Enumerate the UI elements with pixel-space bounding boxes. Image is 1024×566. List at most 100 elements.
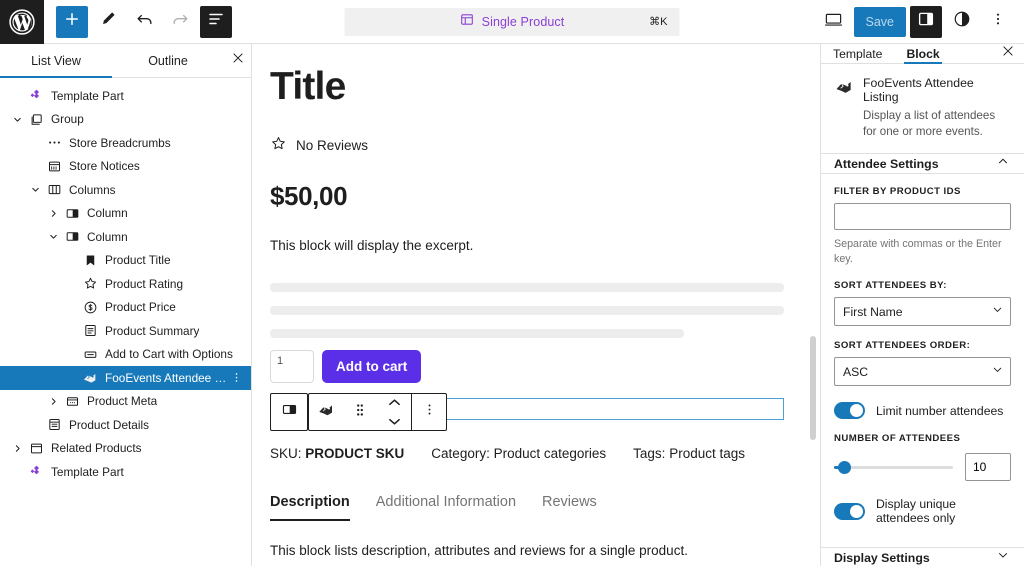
product-title-icon xyxy=(80,253,100,268)
undo-button[interactable] xyxy=(128,6,160,38)
attendee-settings-title: Attendee Settings xyxy=(834,156,939,171)
drag-handle[interactable] xyxy=(343,394,377,430)
attendee-settings-panel-header[interactable]: Attendee Settings xyxy=(821,154,1024,175)
expand-toggle-icon[interactable] xyxy=(8,114,26,125)
unique-attendees-toggle[interactable] xyxy=(834,502,865,520)
inspector-close-button[interactable] xyxy=(991,44,1024,63)
more-vertical-icon xyxy=(422,402,437,422)
view-device-button[interactable] xyxy=(818,6,850,38)
list-view-row[interactable]: Add to Cart with Options xyxy=(0,343,251,367)
list-view-row[interactable]: Store Notices xyxy=(0,155,251,179)
product-excerpt: This block will display the excerpt. xyxy=(270,237,474,253)
display-settings-section[interactable]: Display Settings xyxy=(821,548,1024,566)
unique-attendees-toggle-row[interactable]: Display unique attendees only xyxy=(834,497,1011,525)
list-view-row[interactable]: Product Rating xyxy=(0,272,251,296)
block-type-button[interactable] xyxy=(309,394,343,430)
tab-list-view[interactable]: List View xyxy=(0,44,112,78)
list-view-row-label: Product Rating xyxy=(105,276,184,291)
close-icon xyxy=(1001,44,1015,63)
undo-arrow-icon xyxy=(135,10,154,34)
product-meta-tags: Tags: Product tags xyxy=(633,446,745,461)
limit-attendees-toggle-row[interactable]: Limit number attendees xyxy=(834,402,1011,420)
add-to-cart-row: 1 Add to cart xyxy=(270,349,784,383)
add-block-button[interactable] xyxy=(56,5,88,38)
block-card-title: FooEvents Attendee Listing xyxy=(863,76,974,104)
sort-attendees-order-select[interactable]: ASC xyxy=(834,357,1011,387)
canvas-scrollbar[interactable] xyxy=(810,336,816,440)
filter-product-ids-input[interactable] xyxy=(834,203,1011,231)
sort-attendees-by-select[interactable]: First Name xyxy=(834,297,1011,327)
list-view-row-label: Product Title xyxy=(105,253,171,268)
editor-options-button[interactable] xyxy=(982,6,1014,38)
tab-template[interactable]: Template xyxy=(821,44,894,63)
expand-toggle-icon[interactable] xyxy=(26,184,44,195)
tab-additional-information[interactable]: Additional Information xyxy=(376,494,516,521)
tab-description[interactable]: Description xyxy=(270,494,350,521)
save-button[interactable]: Save xyxy=(853,6,906,37)
settings-sidebar: Template Block FooEvents Attendee Listin… xyxy=(820,44,1024,566)
list-view-row[interactable]: Product Summary xyxy=(0,319,251,343)
unique-attendees-label: Display unique attendees only xyxy=(876,497,956,526)
list-view-row-label: Product Details xyxy=(69,417,149,432)
list-view-button[interactable] xyxy=(200,5,232,38)
tab-outline[interactable]: Outline xyxy=(112,44,224,77)
slider-thumb[interactable] xyxy=(838,460,852,474)
edit-tool-button[interactable] xyxy=(92,6,124,38)
block-tree: Template Part Group Store Breadcrumbs Store… xyxy=(0,78,251,484)
expand-toggle-icon[interactable] xyxy=(44,396,62,407)
block-options-button[interactable] xyxy=(412,394,446,430)
list-view-row-label: Columns xyxy=(69,182,116,197)
list-view-row[interactable]: Columns xyxy=(0,178,251,202)
template-part-icon xyxy=(26,464,46,479)
command-bar-shortcut: ⌘K xyxy=(649,16,668,28)
move-block-buttons[interactable] xyxy=(377,394,411,430)
tab-reviews[interactable]: Reviews xyxy=(542,494,597,521)
category-label: Category: xyxy=(431,445,490,461)
list-view-row[interactable]: Product Title xyxy=(0,249,251,273)
block-toolbar xyxy=(308,393,447,431)
list-view-row[interactable]: Product Details xyxy=(0,413,251,437)
list-view-row[interactable]: Store Breadcrumbs xyxy=(0,131,251,155)
product-tabs: Description Additional Information Revie… xyxy=(270,494,784,521)
list-view-row[interactable]: Product Meta xyxy=(0,390,251,414)
quantity-input[interactable]: 1 xyxy=(270,349,314,383)
sidebar-toggle-icon xyxy=(917,10,935,33)
expand-toggle-icon[interactable] xyxy=(44,231,62,242)
expand-toggle-icon[interactable] xyxy=(8,443,26,454)
wordpress-logo-button[interactable] xyxy=(0,0,44,44)
display-settings-title: Display Settings xyxy=(834,550,930,565)
number-of-attendees-slider[interactable] xyxy=(834,459,953,475)
list-view-row[interactable]: Template Part xyxy=(0,460,251,484)
add-to-cart-button[interactable]: Add to cart xyxy=(322,349,422,383)
add-to-cart-icon xyxy=(80,347,100,362)
expand-toggle-icon[interactable] xyxy=(44,208,62,219)
list-view-row-label: Column xyxy=(87,229,128,244)
tab-block[interactable]: Block xyxy=(894,44,951,64)
chevron-down-icon xyxy=(996,548,1010,566)
list-view-row[interactable]: Column xyxy=(0,202,251,226)
list-view-row[interactable]: Product Price xyxy=(0,296,251,320)
list-view-row-label: Related Products xyxy=(51,441,142,456)
inspector-tabs: Template Block xyxy=(821,44,1024,64)
limit-attendees-toggle[interactable] xyxy=(834,402,865,420)
select-parent-block-button[interactable] xyxy=(270,393,308,431)
block-card: FooEvents Attendee Listing Display a lis… xyxy=(821,64,1024,155)
command-bar[interactable]: Single Product ⌘K xyxy=(344,7,680,36)
list-view-close-button[interactable] xyxy=(224,44,251,77)
list-view-row[interactable]: Template Part xyxy=(0,84,251,108)
limit-attendees-label: Limit number attendees xyxy=(876,403,1004,418)
redo-button[interactable] xyxy=(164,6,196,38)
number-of-attendees-input[interactable]: 10 xyxy=(965,453,1011,482)
styles-button[interactable] xyxy=(946,6,978,38)
list-view-row[interactable]: Column xyxy=(0,225,251,249)
list-view-row-label: Product Meta xyxy=(87,394,158,409)
product-details-icon xyxy=(44,417,64,432)
settings-sidebar-toggle[interactable] xyxy=(910,5,942,38)
drag-handle-icon xyxy=(353,402,367,423)
row-options-icon[interactable] xyxy=(230,371,243,384)
list-view-row[interactable]: FooEvents Attendee Listing xyxy=(0,366,251,390)
list-view-row[interactable]: Related Products xyxy=(0,437,251,461)
sort-attendees-by-label: SORT ATTENDEES BY: xyxy=(834,280,947,292)
list-view-row-label: Add to Cart with Options xyxy=(105,347,233,362)
list-view-row[interactable]: Group xyxy=(0,108,251,132)
